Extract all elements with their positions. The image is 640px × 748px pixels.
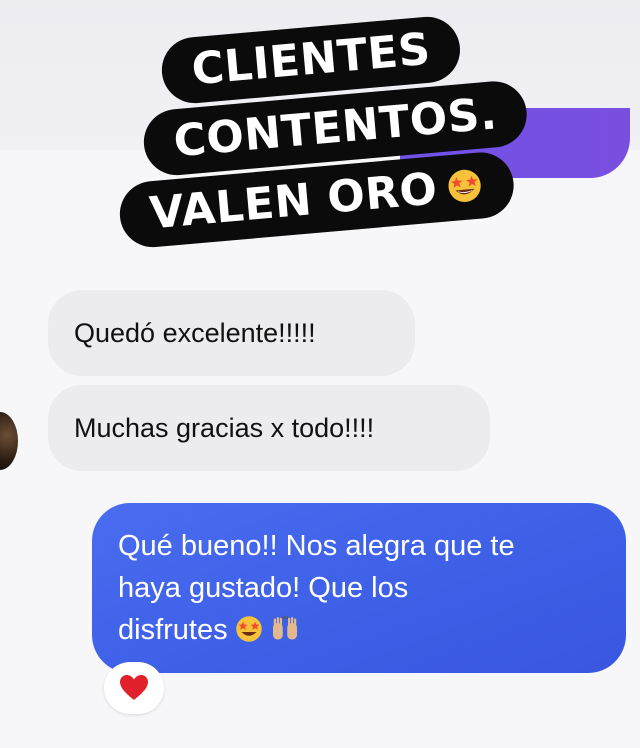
message-line-1: Qué bueno!! Nos alegra que te: [118, 530, 515, 562]
contact-avatar[interactable]: [0, 412, 18, 470]
sticker-line-3-text: VALEN ORO: [147, 163, 440, 240]
message-text: Quedó excelente!!!!!: [74, 318, 316, 348]
incoming-message[interactable]: Muchas gracias x todo!!!!: [48, 385, 490, 471]
message-line-2: haya gustado! Que los: [118, 572, 409, 604]
red-heart-icon: [120, 675, 148, 700]
text-sticker: CLIENTES CONTENTOS. VALEN ORO: [0, 0, 640, 280]
star-struck-icon: [235, 616, 262, 642]
star-struck-icon: [447, 169, 481, 203]
heart-reaction[interactable]: [104, 662, 164, 714]
outgoing-message[interactable]: Qué bueno!! Nos alegra que te haya gusta…: [92, 503, 626, 673]
message-line-3: disfrutes: [118, 609, 600, 651]
incoming-message[interactable]: Quedó excelente!!!!!: [48, 290, 415, 376]
raised-hands-icon: [272, 615, 297, 640]
message-line-3-text: disfrutes: [118, 614, 228, 646]
message-text: Muchas gracias x todo!!!!: [74, 413, 375, 443]
